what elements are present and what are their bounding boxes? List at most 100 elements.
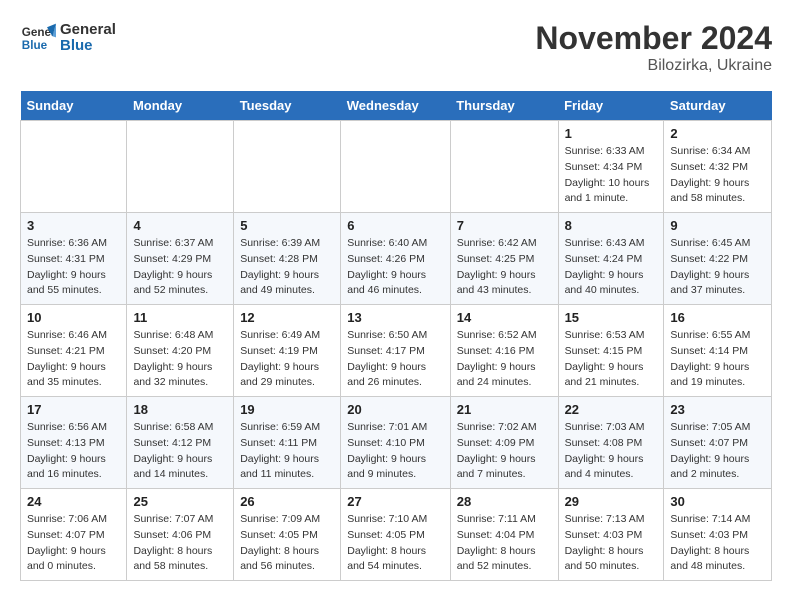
logo: General Blue General Blue xyxy=(20,20,116,56)
day-number: 28 xyxy=(457,494,552,509)
calendar-cell: 14 Sunrise: 6:52 AMSunset: 4:16 PMDayligh… xyxy=(450,305,558,397)
day-number: 10 xyxy=(27,310,120,325)
calendar-week-4: 24Sunrise: 7:06 AMSunset: 4:07 PMDayligh… xyxy=(21,489,772,581)
day-number: 17 xyxy=(27,402,120,417)
day-number: 3 xyxy=(27,218,120,233)
header-saturday: Saturday xyxy=(664,91,772,121)
header-friday: Friday xyxy=(558,91,664,121)
day-detail: Sunrise: 6:52 AMSunset: 4:16 PMDaylight:… xyxy=(457,328,552,391)
calendar-cell: 8 Sunrise: 6:43 AMSunset: 4:24 PMDaylight… xyxy=(558,213,664,305)
day-number: 11 xyxy=(133,310,227,325)
day-detail: Sunrise: 6:43 AMSunset: 4:24 PMDaylight:… xyxy=(565,236,658,299)
calendar-cell: 21Sunrise: 7:02 AMSunset: 4:09 PMDayligh… xyxy=(450,397,558,489)
calendar-cell xyxy=(341,121,450,213)
day-number: 5 xyxy=(240,218,334,233)
day-detail: Sunrise: 7:02 AMSunset: 4:09 PMDaylight:… xyxy=(457,420,552,483)
day-detail: Sunrise: 7:07 AMSunset: 4:06 PMDaylight:… xyxy=(133,512,227,575)
calendar-cell: 5Sunrise: 6:39 AMSunset: 4:28 PMDaylight… xyxy=(234,213,341,305)
day-number: 13 xyxy=(347,310,443,325)
day-detail: Sunrise: 6:46 AMSunset: 4:21 PMDaylight:… xyxy=(27,328,120,391)
calendar-cell: 12Sunrise: 6:49 AMSunset: 4:19 PMDayligh… xyxy=(234,305,341,397)
day-detail: Sunrise: 6:56 AMSunset: 4:13 PMDaylight:… xyxy=(27,420,120,483)
day-detail: Sunrise: 6:59 AMSunset: 4:11 PMDaylight:… xyxy=(240,420,334,483)
day-detail: Sunrise: 6:37 AMSunset: 4:29 PMDaylight:… xyxy=(133,236,227,299)
calendar-cell: 2 Sunrise: 6:34 AMSunset: 4:32 PMDaylight… xyxy=(664,121,772,213)
day-detail: Sunrise: 7:03 AMSunset: 4:08 PMDaylight:… xyxy=(565,420,658,483)
calendar-cell: 3Sunrise: 6:36 AMSunset: 4:31 PMDaylight… xyxy=(21,213,127,305)
calendar-cell: 29Sunrise: 7:13 AMSunset: 4:03 PMDayligh… xyxy=(558,489,664,581)
day-number: 4 xyxy=(133,218,227,233)
calendar-cell: 15Sunrise: 6:53 AMSunset: 4:15 PMDayligh… xyxy=(558,305,664,397)
day-number: 8 xyxy=(565,218,658,233)
day-detail: Sunrise: 6:33 AMSunset: 4:34 PMDaylight:… xyxy=(565,144,658,207)
day-detail: Sunrise: 6:40 AMSunset: 4:26 PMDaylight:… xyxy=(347,236,443,299)
day-detail: Sunrise: 7:01 AMSunset: 4:10 PMDaylight:… xyxy=(347,420,443,483)
calendar-cell: 6 Sunrise: 6:40 AMSunset: 4:26 PMDaylight… xyxy=(341,213,450,305)
day-detail: Sunrise: 7:14 AMSunset: 4:03 PMDaylight:… xyxy=(670,512,765,575)
calendar-cell: 30 Sunrise: 7:14 AMSunset: 4:03 PMDayligh… xyxy=(664,489,772,581)
day-number: 27 xyxy=(347,494,443,509)
day-number: 12 xyxy=(240,310,334,325)
calendar-cell: 27Sunrise: 7:10 AMSunset: 4:05 PMDayligh… xyxy=(341,489,450,581)
day-detail: Sunrise: 7:11 AMSunset: 4:04 PMDaylight:… xyxy=(457,512,552,575)
calendar-cell: 24Sunrise: 7:06 AMSunset: 4:07 PMDayligh… xyxy=(21,489,127,581)
calendar-cell xyxy=(127,121,234,213)
day-number: 19 xyxy=(240,402,334,417)
day-number: 23 xyxy=(670,402,765,417)
calendar-cell: 7Sunrise: 6:42 AMSunset: 4:25 PMDaylight… xyxy=(450,213,558,305)
calendar-week-2: 10 Sunrise: 6:46 AMSunset: 4:21 PMDayligh… xyxy=(21,305,772,397)
calendar-cell: 10 Sunrise: 6:46 AMSunset: 4:21 PMDayligh… xyxy=(21,305,127,397)
day-detail: Sunrise: 6:34 AMSunset: 4:32 PMDaylight:… xyxy=(670,144,765,207)
calendar-cell xyxy=(450,121,558,213)
logo-icon: General Blue xyxy=(20,20,56,56)
day-number: 6 xyxy=(347,218,443,233)
day-number: 1 xyxy=(565,126,658,141)
calendar-cell: 19 Sunrise: 6:59 AMSunset: 4:11 PMDayligh… xyxy=(234,397,341,489)
calendar-cell: 4 Sunrise: 6:37 AMSunset: 4:29 PMDaylight… xyxy=(127,213,234,305)
day-number: 25 xyxy=(133,494,227,509)
day-number: 7 xyxy=(457,218,552,233)
day-number: 16 xyxy=(670,310,765,325)
calendar-cell: 23 Sunrise: 7:05 AMSunset: 4:07 PMDayligh… xyxy=(664,397,772,489)
calendar-cell: 13 Sunrise: 6:50 AMSunset: 4:17 PMDayligh… xyxy=(341,305,450,397)
day-number: 2 xyxy=(670,126,765,141)
day-detail: Sunrise: 6:45 AMSunset: 4:22 PMDaylight:… xyxy=(670,236,765,299)
calendar-week-1: 3Sunrise: 6:36 AMSunset: 4:31 PMDaylight… xyxy=(21,213,772,305)
calendar-cell xyxy=(21,121,127,213)
calendar-cell: 28 Sunrise: 7:11 AMSunset: 4:04 PMDayligh… xyxy=(450,489,558,581)
location: Bilozirka, Ukraine xyxy=(535,57,772,75)
day-number: 29 xyxy=(565,494,658,509)
header-monday: Monday xyxy=(127,91,234,121)
calendar-cell: 25 Sunrise: 7:07 AMSunset: 4:06 PMDayligh… xyxy=(127,489,234,581)
calendar-cell: 11 Sunrise: 6:48 AMSunset: 4:20 PMDayligh… xyxy=(127,305,234,397)
calendar-cell: 26 Sunrise: 7:09 AMSunset: 4:05 PMDayligh… xyxy=(234,489,341,581)
svg-text:Blue: Blue xyxy=(22,39,48,52)
day-number: 14 xyxy=(457,310,552,325)
calendar-cell: 9Sunrise: 6:45 AMSunset: 4:22 PMDaylight… xyxy=(664,213,772,305)
month-title: November 2024 xyxy=(535,20,772,57)
day-detail: Sunrise: 6:55 AMSunset: 4:14 PMDaylight:… xyxy=(670,328,765,391)
header-thursday: Thursday xyxy=(450,91,558,121)
header-tuesday: Tuesday xyxy=(234,91,341,121)
day-detail: Sunrise: 7:06 AMSunset: 4:07 PMDaylight:… xyxy=(27,512,120,575)
calendar-cell xyxy=(234,121,341,213)
day-detail: Sunrise: 7:09 AMSunset: 4:05 PMDaylight:… xyxy=(240,512,334,575)
calendar-cell: 1 Sunrise: 6:33 AMSunset: 4:34 PMDaylight… xyxy=(558,121,664,213)
day-detail: Sunrise: 7:05 AMSunset: 4:07 PMDaylight:… xyxy=(670,420,765,483)
day-detail: Sunrise: 6:48 AMSunset: 4:20 PMDaylight:… xyxy=(133,328,227,391)
day-number: 26 xyxy=(240,494,334,509)
day-detail: Sunrise: 6:50 AMSunset: 4:17 PMDaylight:… xyxy=(347,328,443,391)
calendar-cell: 22 Sunrise: 7:03 AMSunset: 4:08 PMDayligh… xyxy=(558,397,664,489)
calendar-cell: 18Sunrise: 6:58 AMSunset: 4:12 PMDayligh… xyxy=(127,397,234,489)
header-wednesday: Wednesday xyxy=(341,91,450,121)
day-number: 30 xyxy=(670,494,765,509)
day-number: 22 xyxy=(565,402,658,417)
header-sunday: Sunday xyxy=(21,91,127,121)
calendar-table: SundayMondayTuesdayWednesdayThursdayFrid… xyxy=(20,91,772,581)
calendar-cell: 17 Sunrise: 6:56 AMSunset: 4:13 PMDayligh… xyxy=(21,397,127,489)
calendar-week-0: 1 Sunrise: 6:33 AMSunset: 4:34 PMDaylight… xyxy=(21,121,772,213)
day-detail: Sunrise: 6:58 AMSunset: 4:12 PMDaylight:… xyxy=(133,420,227,483)
calendar-cell: 20Sunrise: 7:01 AMSunset: 4:10 PMDayligh… xyxy=(341,397,450,489)
day-detail: Sunrise: 6:53 AMSunset: 4:15 PMDaylight:… xyxy=(565,328,658,391)
header: General Blue General Blue November 2024 … xyxy=(20,20,772,75)
